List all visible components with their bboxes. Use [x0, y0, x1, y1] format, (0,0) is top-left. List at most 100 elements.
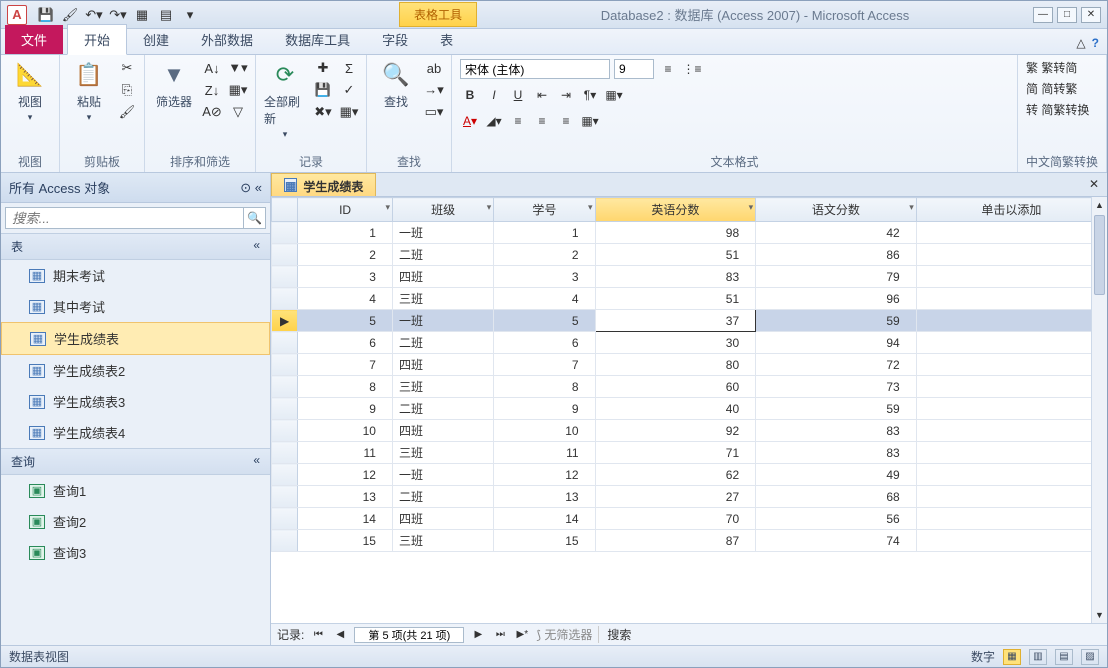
convert-button[interactable]: 转 简繁转换	[1026, 101, 1089, 118]
nav-header[interactable]: 所有 Access 对象 ⊙ «	[1, 173, 270, 203]
font-color-icon[interactable]: A▾	[460, 111, 480, 131]
cell[interactable]: 14	[494, 508, 595, 530]
column-header[interactable]: 班级▾	[392, 198, 493, 222]
cell[interactable]: 72	[756, 354, 917, 376]
spelling-icon[interactable]: ✓	[340, 81, 358, 99]
cell[interactable]: 87	[595, 530, 756, 552]
row-selector[interactable]	[272, 332, 298, 354]
column-header[interactable]: 英语分数▾	[595, 198, 756, 222]
cell[interactable]: 6	[298, 332, 393, 354]
cell[interactable]: 80	[595, 354, 756, 376]
cell[interactable]: 2	[494, 244, 595, 266]
cell[interactable]: 71	[595, 442, 756, 464]
undo-icon[interactable]: ↶▾	[85, 6, 103, 24]
datasheet-view-button[interactable]: ▦	[1003, 649, 1021, 665]
cell[interactable]: 11	[494, 442, 595, 464]
column-header[interactable]: 语文分数▾	[756, 198, 917, 222]
cell[interactable]: 8	[494, 376, 595, 398]
minimize-ribbon-icon[interactable]: △	[1076, 36, 1085, 50]
cell[interactable]: 74	[756, 530, 917, 552]
nav-query-item[interactable]: ▣查询2	[1, 506, 270, 537]
design-view-button[interactable]: ▥	[1029, 649, 1047, 665]
tab-file[interactable]: 文件	[5, 25, 63, 54]
bold-icon[interactable]: B	[460, 85, 480, 105]
save-icon[interactable]: 💾	[37, 6, 55, 24]
cell[interactable]: 10	[298, 420, 393, 442]
redo-icon[interactable]: ↷▾	[109, 6, 127, 24]
first-record-button[interactable]: ⏮	[310, 627, 326, 643]
cell[interactable]: 27	[595, 486, 756, 508]
selection-filter-icon[interactable]: ▼▾	[229, 59, 247, 77]
minimize-button[interactable]: —	[1033, 7, 1053, 23]
scroll-thumb[interactable]	[1094, 215, 1105, 295]
cell[interactable]: 二班	[392, 398, 493, 420]
cell[interactable]: 四班	[392, 420, 493, 442]
row-selector[interactable]: ▶	[272, 310, 298, 332]
cell[interactable]	[916, 222, 1106, 244]
nav-section-queries[interactable]: 查询 «	[1, 448, 270, 475]
cell[interactable]	[916, 442, 1106, 464]
cell[interactable]: 70	[595, 508, 756, 530]
tab-home[interactable]: 开始	[67, 24, 127, 55]
close-document-button[interactable]: ✕	[1081, 173, 1107, 196]
cell[interactable]	[916, 420, 1106, 442]
row-selector[interactable]	[272, 398, 298, 420]
record-position-input[interactable]	[354, 627, 464, 643]
cell[interactable]: 14	[298, 508, 393, 530]
cell[interactable]: 2	[298, 244, 393, 266]
cell[interactable]: 59	[756, 398, 917, 420]
prev-record-button[interactable]: ◀	[332, 627, 348, 643]
cell[interactable]	[916, 486, 1106, 508]
cell[interactable]: 四班	[392, 508, 493, 530]
row-selector[interactable]	[272, 354, 298, 376]
qat-item-icon[interactable]: ▤	[157, 6, 175, 24]
cell[interactable]: 30	[595, 332, 756, 354]
cell[interactable]: 6	[494, 332, 595, 354]
cell[interactable]: 1	[298, 222, 393, 244]
scroll-down-icon[interactable]: ▼	[1092, 607, 1107, 623]
layout-view-button[interactable]: ▨	[1081, 649, 1099, 665]
search-icon[interactable]: 🔍	[244, 207, 266, 229]
nav-query-item[interactable]: ▣查询3	[1, 537, 270, 568]
cell[interactable]: 40	[595, 398, 756, 420]
delete-record-icon[interactable]: ✖▾	[314, 103, 332, 121]
cell[interactable]: 四班	[392, 354, 493, 376]
datasheet-grid[interactable]: ID▾班级▾学号▾英语分数▾语文分数▾单击以添加▾1一班198422二班2518…	[271, 197, 1107, 623]
cell[interactable]: 92	[595, 420, 756, 442]
toggle-filter-icon[interactable]: ▽	[229, 103, 247, 121]
cell[interactable]	[916, 376, 1106, 398]
cell[interactable]: 12	[298, 464, 393, 486]
cell[interactable]: 94	[756, 332, 917, 354]
search-label[interactable]: 搜索	[598, 626, 631, 643]
column-header[interactable]: ID▾	[298, 198, 393, 222]
align-right-icon[interactable]: ≡	[556, 111, 576, 131]
cell[interactable]: 73	[756, 376, 917, 398]
clear-sort-icon[interactable]: A⊘	[203, 103, 221, 121]
nav-table-item[interactable]: ▦期末考试	[1, 260, 270, 291]
tab-create[interactable]: 创建	[127, 25, 185, 54]
cell[interactable]: 3	[298, 266, 393, 288]
cell[interactable]: 4	[494, 288, 595, 310]
cell[interactable]	[916, 310, 1106, 332]
cell[interactable]: 三班	[392, 442, 493, 464]
replace-icon[interactable]: ab	[425, 59, 443, 77]
nav-query-item[interactable]: ▣查询1	[1, 475, 270, 506]
collapse-icon[interactable]: «	[255, 180, 262, 195]
row-selector[interactable]	[272, 486, 298, 508]
next-record-button[interactable]: ▶	[470, 627, 486, 643]
dropdown-icon[interactable]: ▾	[385, 202, 390, 213]
align-left-icon[interactable]: ≡	[508, 111, 528, 131]
cell[interactable]	[916, 508, 1106, 530]
sort-asc-icon[interactable]: A↓	[203, 59, 221, 77]
cell[interactable]	[916, 398, 1106, 420]
row-selector[interactable]	[272, 266, 298, 288]
cell[interactable]	[916, 288, 1106, 310]
app-icon[interactable]: A	[7, 5, 27, 25]
last-record-button[interactable]: ⏭	[492, 627, 508, 643]
row-selector[interactable]	[272, 442, 298, 464]
cell[interactable]: 三班	[392, 376, 493, 398]
copy-icon[interactable]: ⎘	[118, 81, 136, 99]
cell[interactable]	[916, 354, 1106, 376]
nav-table-item[interactable]: ▦学生成绩表	[1, 322, 270, 355]
cell[interactable]: 83	[756, 420, 917, 442]
